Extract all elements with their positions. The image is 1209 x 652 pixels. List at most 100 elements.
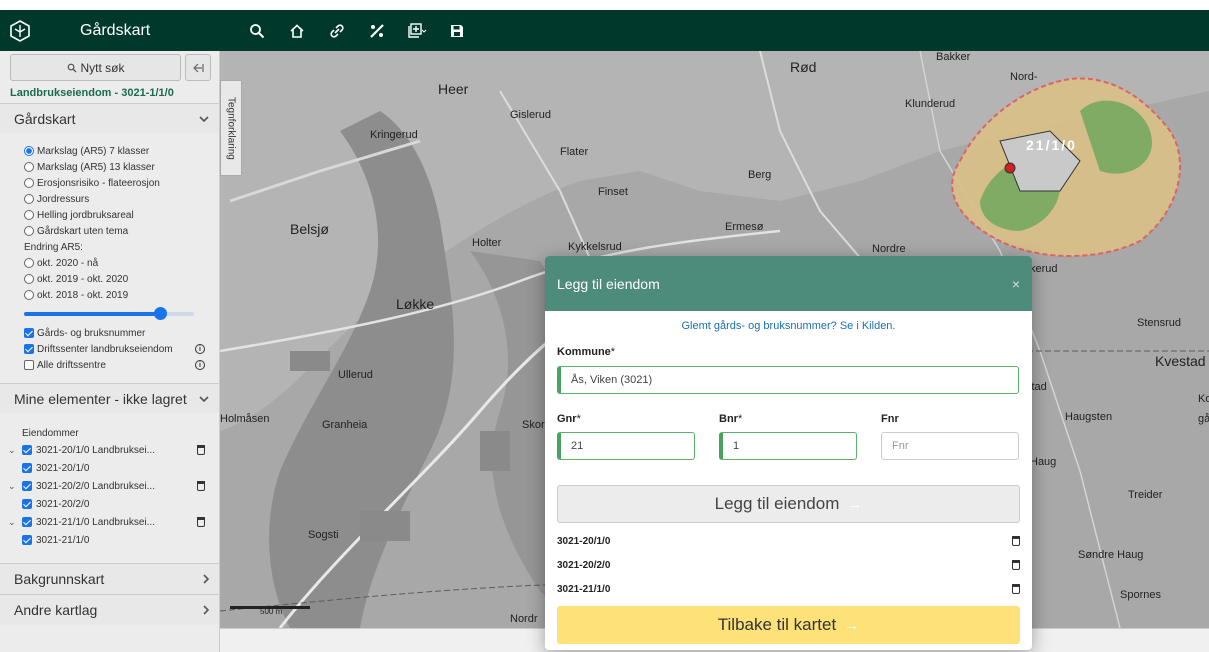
theme-option-label: Erosjonsrisiko - flateerosjon (37, 177, 160, 189)
radio-button[interactable] (24, 178, 34, 188)
measure-icon[interactable] (360, 14, 394, 48)
theme-option[interactable]: Helling jordbruksareal (24, 207, 205, 223)
layers-add-icon[interactable] (400, 14, 434, 48)
map-place-label: Ko (1198, 393, 1209, 405)
section-mine-elementer[interactable]: Mine elementer - ikke lagret (0, 383, 219, 413)
radio-button[interactable] (24, 290, 34, 300)
change-option-label: okt. 2019 - okt. 2020 (37, 273, 129, 285)
theme-option[interactable]: Gårdskart uten tema (24, 223, 205, 239)
radio-button[interactable] (24, 194, 34, 204)
checkbox[interactable] (24, 344, 34, 354)
theme-option[interactable]: Markslag (AR5) 7 klasser (24, 143, 205, 159)
change-option[interactable]: okt. 2018 - okt. 2019 (24, 287, 205, 303)
save-icon[interactable] (440, 14, 474, 48)
close-icon[interactable]: × (1012, 276, 1020, 292)
map-place-label: Rød (790, 59, 817, 75)
change-slider[interactable] (24, 305, 194, 323)
radio-button[interactable] (24, 274, 34, 284)
back-to-map-button[interactable]: Tilbake til kartet → (557, 606, 1020, 644)
trash-icon[interactable] (197, 481, 205, 491)
trash-icon[interactable] (1012, 584, 1020, 594)
trash-icon[interactable] (197, 445, 205, 455)
trash-icon[interactable] (1012, 560, 1020, 570)
logo-icon[interactable] (0, 10, 40, 51)
theme-option[interactable]: Erosjonsrisiko - flateerosjon (24, 175, 205, 191)
slider-knob[interactable] (154, 307, 167, 320)
tree-parent-row[interactable]: ⌄ 3021-20/1/0 Landbruksei... (8, 441, 205, 459)
radio-button[interactable] (24, 146, 34, 156)
kommune-input[interactable]: Ås, Viken (3021) (557, 366, 1019, 394)
forgot-number-link[interactable]: Glemt gårds- og bruksnummer? Se i Kilden… (557, 320, 1020, 335)
added-property-row: 3021-21/1/0 (557, 577, 1020, 601)
fnr-input[interactable]: Fnr (881, 432, 1019, 460)
change-option[interactable]: okt. 2020 - nå (24, 255, 205, 271)
checkbox[interactable] (22, 445, 32, 455)
section-gardskart[interactable]: Gårdskart (0, 103, 219, 133)
chevron-right-icon (203, 605, 209, 615)
chevron-down-icon (199, 115, 209, 122)
tree-child-row[interactable]: 3021-21/1/0 (8, 531, 205, 549)
chevron-down-icon[interactable]: ⌄ (8, 517, 18, 528)
layer-checkbox-row[interactable]: Alle driftssentre i (24, 357, 205, 373)
gnr-input[interactable]: 21 (557, 432, 695, 460)
theme-option[interactable]: Jordressurs (24, 191, 205, 207)
map-place-label: Sogsti (308, 529, 339, 541)
modal-title: Legg til eiendom (557, 275, 660, 292)
sidebar: Nytt søk Landbrukseiendom - 3021-1/1/0 G… (0, 51, 220, 652)
layer-checkbox-row[interactable]: Driftssenter landbrukseiendom i (24, 341, 205, 357)
section-bakgrunnskart[interactable]: Bakgrunnskart (0, 563, 219, 594)
arrow-right-icon: → (844, 616, 860, 634)
checkbox[interactable] (22, 463, 32, 473)
section-andre-kartlag[interactable]: Andre kartlag (0, 594, 219, 625)
link-icon[interactable] (320, 14, 354, 48)
tree-parent-label: 3021-21/1/0 Landbruksei... (36, 516, 155, 528)
map-place-label: Kykkelsrud (568, 241, 622, 253)
add-property-button[interactable]: Legg til eiendom → (557, 485, 1020, 523)
home-icon[interactable] (280, 14, 314, 48)
layer-checkbox-row[interactable]: Gårds- og bruksnummer (24, 325, 205, 341)
checkbox[interactable] (22, 481, 32, 491)
map-place-label: Granheia (322, 419, 368, 431)
tree-child-row[interactable]: 3021-20/1/0 (8, 459, 205, 477)
chevron-down-icon[interactable]: ⌄ (8, 445, 18, 456)
map-place-label: Haug (1030, 456, 1057, 468)
checkbox[interactable] (22, 499, 32, 509)
tree-parent-row[interactable]: ⌄ 3021-20/2/0 Landbruksei... (8, 477, 205, 495)
back-to-map-label: Tilbake til kartet (717, 615, 837, 634)
change-option-label: okt. 2018 - okt. 2019 (37, 289, 129, 301)
trash-icon[interactable] (197, 517, 205, 527)
trash-icon[interactable] (1012, 536, 1020, 546)
map-place-label: Kringerud (370, 129, 418, 141)
top-bar: Gårdskart (0, 10, 1209, 51)
legend-tab[interactable]: Tegnforklaring (220, 80, 242, 176)
theme-option[interactable]: Markslag (AR5) 13 klasser (24, 159, 205, 175)
checkbox[interactable] (22, 535, 32, 545)
tree-child-row[interactable]: 3021-20/2/0 (8, 495, 205, 513)
checkbox[interactable] (22, 517, 32, 527)
radio-button[interactable] (24, 258, 34, 268)
search-icon[interactable] (240, 14, 274, 48)
bnr-input[interactable]: 1 (719, 432, 857, 460)
collapse-sidebar-button[interactable] (185, 54, 211, 81)
section-bakgrunn-label: Bakgrunnskart (14, 571, 105, 587)
map-place-label: Berg (748, 169, 772, 181)
added-property-code: 3021-21/1/0 (557, 583, 611, 595)
added-property-row: 3021-20/1/0 (557, 529, 1020, 553)
radio-button[interactable] (24, 210, 34, 220)
tree-parent-row[interactable]: ⌄ 3021-21/1/0 Landbruksei... (8, 513, 205, 531)
change-option[interactable]: okt. 2019 - okt. 2020 (24, 271, 205, 287)
new-search-button[interactable]: Nytt søk (10, 54, 181, 81)
info-icon[interactable]: i (195, 344, 205, 354)
radio-button[interactable] (24, 162, 34, 172)
legend-tab-label: Tegnforklaring (225, 96, 237, 160)
map-place-label: Ullerud (338, 369, 373, 381)
info-icon[interactable]: i (195, 360, 205, 370)
radio-button[interactable] (24, 226, 34, 236)
map-place-label: 21/1/0 (1026, 137, 1077, 153)
map-place-label: Klunderud (905, 98, 956, 110)
added-property-code: 3021-20/2/0 (557, 559, 611, 571)
chevron-down-icon[interactable]: ⌄ (8, 481, 18, 492)
checkbox[interactable] (24, 360, 34, 370)
checkbox[interactable] (24, 328, 34, 338)
theme-option-label: Markslag (AR5) 13 klasser (37, 161, 155, 173)
